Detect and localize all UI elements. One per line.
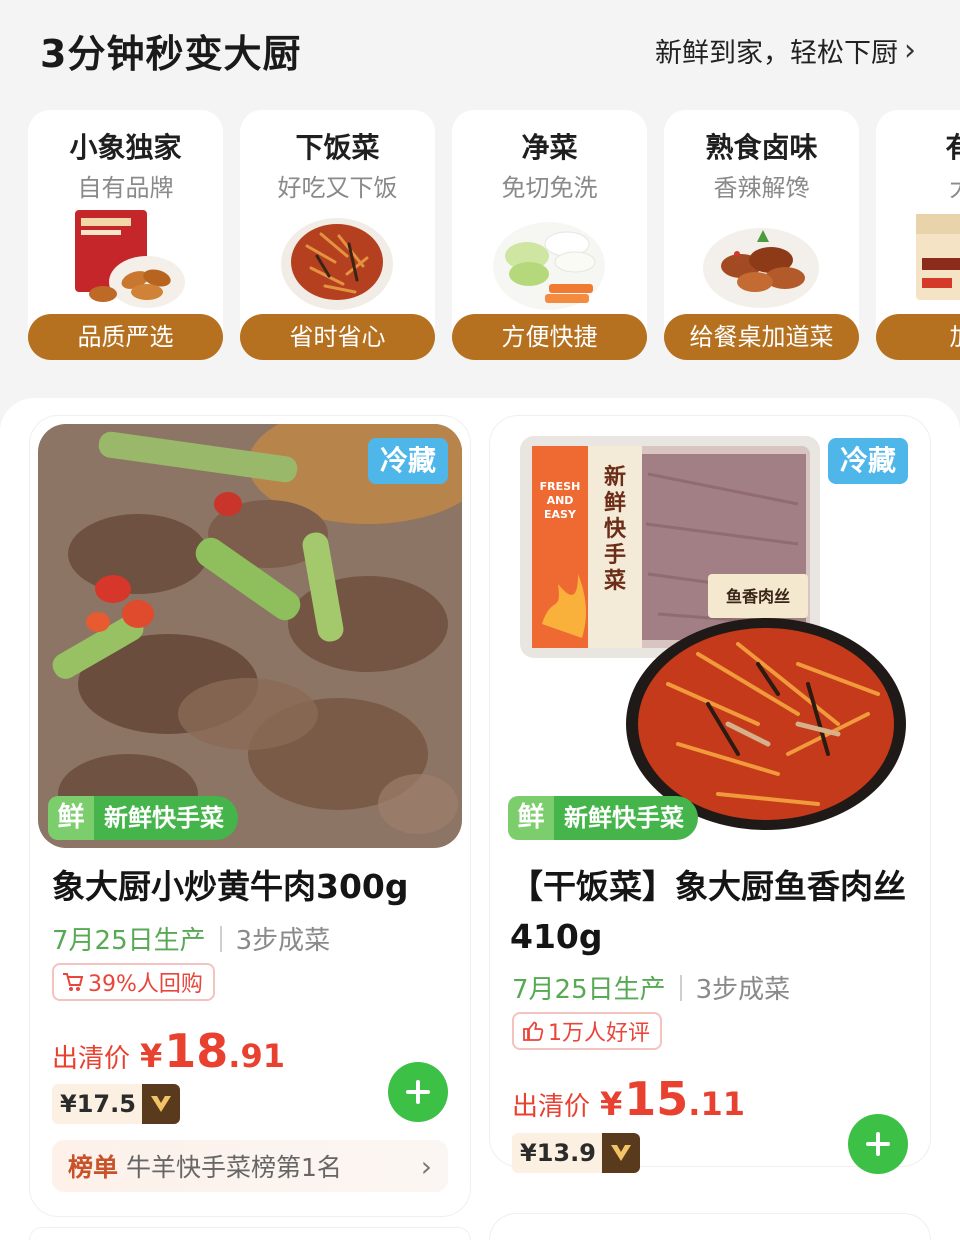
production-date: 7月25日生产: [512, 975, 666, 1005]
category-card-exclusive[interactable]: 小象独家 自有品牌 品质严选: [28, 110, 223, 360]
braised-meat-image: [703, 228, 819, 308]
divider: [219, 925, 222, 952]
member-price-value: ¥17.5: [60, 1090, 136, 1118]
category-title: 有料: [945, 131, 960, 164]
product-card-next[interactable]: [490, 1214, 930, 1240]
category-card-cooked-food[interactable]: 熟食卤味 香辣解馋 给餐桌加道菜: [664, 110, 859, 360]
category-subtitle: 香辣解馋: [713, 174, 810, 202]
ranking-text: 牛羊快手菜榜第1名: [126, 1153, 342, 1182]
cold-storage-badge: 冷藏: [368, 438, 448, 484]
fresh-badge-char: 鲜: [508, 796, 554, 840]
vip-icon: [141, 1084, 180, 1124]
product-title[interactable]: 【干饭菜】象大厨鱼香肉丝: [510, 862, 906, 912]
category-pill[interactable]: 品质严选: [28, 314, 223, 360]
price-decimal: .91: [228, 1037, 285, 1075]
category-pill[interactable]: 省时省心: [240, 314, 435, 360]
price-integer: 18: [164, 1024, 229, 1078]
svg-text:新: 新: [604, 464, 626, 490]
add-to-cart-button[interactable]: [388, 1062, 448, 1122]
category-card-clean-veg[interactable]: 净菜 免切免洗 方便快捷: [452, 110, 647, 360]
product-title[interactable]: 象大厨小炒黄牛肉300g: [52, 862, 409, 912]
category-pill[interactable]: 方便快捷: [452, 314, 647, 360]
price-integer: 15: [624, 1072, 689, 1126]
product-image[interactable]: 新 鲜 快 手 菜 FRESH AND EASY 鱼香肉丝 冷藏 鲜 新鲜快手菜: [498, 424, 922, 848]
section-more-link-label: 新鲜到家，轻松下厨: [655, 37, 898, 69]
category-subtitle: 大厨: [876, 168, 960, 203]
fresh-badge-text: 新鲜快手菜: [554, 796, 698, 840]
repurchase-text: 39%人回购: [88, 972, 203, 997]
price-label: 出清价: [52, 1044, 131, 1074]
cooking-steps: 3步成菜: [695, 975, 791, 1005]
category-pill[interactable]: 给餐桌加道菜: [664, 314, 859, 360]
product-card-next[interactable]: [30, 1228, 470, 1240]
svg-text:EASY: EASY: [544, 508, 577, 521]
beef-stir-fry-image: [38, 424, 462, 848]
yuxiang-pork-image: 新 鲜 快 手 菜 FRESH AND EASY 鱼香肉丝: [498, 424, 922, 848]
cart-icon: [62, 972, 84, 992]
price-decimal: .11: [688, 1085, 745, 1123]
plus-icon: [866, 1132, 890, 1156]
clearance-price: 出清价 ¥ 18 .91: [52, 1024, 285, 1078]
svg-text:快: 快: [604, 517, 627, 542]
chevron-right-icon: ›: [904, 32, 916, 68]
category-row[interactable]: 小象独家 自有品牌 品质严选 下饭菜 好吃又下饭 省时省心 净菜 免切免洗 方便…: [28, 110, 960, 362]
category-subtitle: 自有品牌: [77, 174, 174, 202]
chicken-wings-image: [75, 210, 185, 308]
category-title: 熟食卤味: [705, 131, 818, 164]
member-price-value: ¥13.9: [520, 1139, 596, 1167]
svg-text:鱼香肉丝: 鱼香肉丝: [726, 587, 790, 606]
chevron-right-icon: ›: [420, 1149, 432, 1183]
fresh-badge-char: 鲜: [48, 796, 94, 840]
product-meta: 7月25日生产 3步成菜: [512, 969, 790, 1006]
ranking-banner[interactable]: 榜单 牛羊快手菜榜第1名 ›: [52, 1140, 448, 1192]
production-date: 7月25日生产: [52, 926, 206, 956]
member-price: ¥13.9: [512, 1133, 640, 1173]
section-title: 3分钟秒变大厨: [40, 31, 302, 76]
price-currency: ¥: [140, 1037, 163, 1075]
category-title: 小象独家: [69, 131, 182, 164]
rating-tag: 1万人好评: [512, 1012, 662, 1050]
member-price: ¥17.5: [52, 1084, 180, 1124]
product-title-line2[interactable]: 410g: [510, 912, 603, 962]
fresh-badge: 鲜 新鲜快手菜: [508, 796, 698, 840]
divider: [679, 974, 682, 1001]
svg-text:手: 手: [604, 543, 626, 568]
rating-text: 1万人好评: [548, 1021, 650, 1046]
product-card[interactable]: 冷藏 鲜 新鲜快手菜 象大厨小炒黄牛肉300g 7月25日生产 3步成菜 39%…: [30, 416, 470, 1216]
category-pill[interactable]: 加餐: [876, 314, 960, 360]
vegetables-image: [493, 222, 605, 310]
cold-storage-badge: 冷藏: [828, 438, 908, 484]
thumbs-up-icon: [522, 1020, 544, 1042]
product-image[interactable]: 冷藏 鲜 新鲜快手菜: [38, 424, 462, 848]
plus-icon: [406, 1080, 430, 1104]
category-card-partial[interactable]: 有料 大厨 加餐: [876, 110, 960, 360]
section-header: 3分钟秒变大厨 新鲜到家，轻松下厨 ›: [0, 0, 960, 100]
category-title: 净菜: [521, 131, 578, 164]
category-subtitle: 好吃又下饭: [277, 174, 398, 202]
add-to-cart-button[interactable]: [848, 1114, 908, 1174]
svg-text:FRESH: FRESH: [540, 480, 581, 493]
svg-text:鲜: 鲜: [604, 491, 626, 516]
ranking-label: 榜单: [68, 1153, 119, 1182]
price-label: 出清价: [512, 1092, 591, 1122]
shredded-pork-image: [281, 218, 393, 310]
product-meta: 7月25日生产 3步成菜: [52, 920, 330, 957]
repurchase-tag: 39%人回购: [52, 963, 215, 1001]
fresh-badge: 鲜 新鲜快手菜: [48, 796, 238, 840]
fresh-badge-text: 新鲜快手菜: [94, 796, 238, 840]
clearance-price: 出清价 ¥ 15 .11: [512, 1072, 745, 1126]
category-subtitle: 免切免洗: [501, 174, 598, 202]
cooking-steps: 3步成菜: [235, 926, 331, 956]
svg-text:菜: 菜: [603, 569, 626, 594]
product-card[interactable]: 新 鲜 快 手 菜 FRESH AND EASY 鱼香肉丝 冷藏 鲜 新鲜快手菜…: [490, 416, 930, 1174]
category-card-rice-dishes[interactable]: 下饭菜 好吃又下饭 省时省心: [240, 110, 435, 360]
category-title: 下饭菜: [295, 131, 380, 164]
section-more-link[interactable]: 新鲜到家，轻松下厨 ›: [655, 31, 916, 70]
food-box-image: [916, 214, 960, 300]
vip-icon: [601, 1133, 640, 1173]
price-currency: ¥: [600, 1085, 623, 1123]
svg-text:AND: AND: [547, 494, 574, 507]
